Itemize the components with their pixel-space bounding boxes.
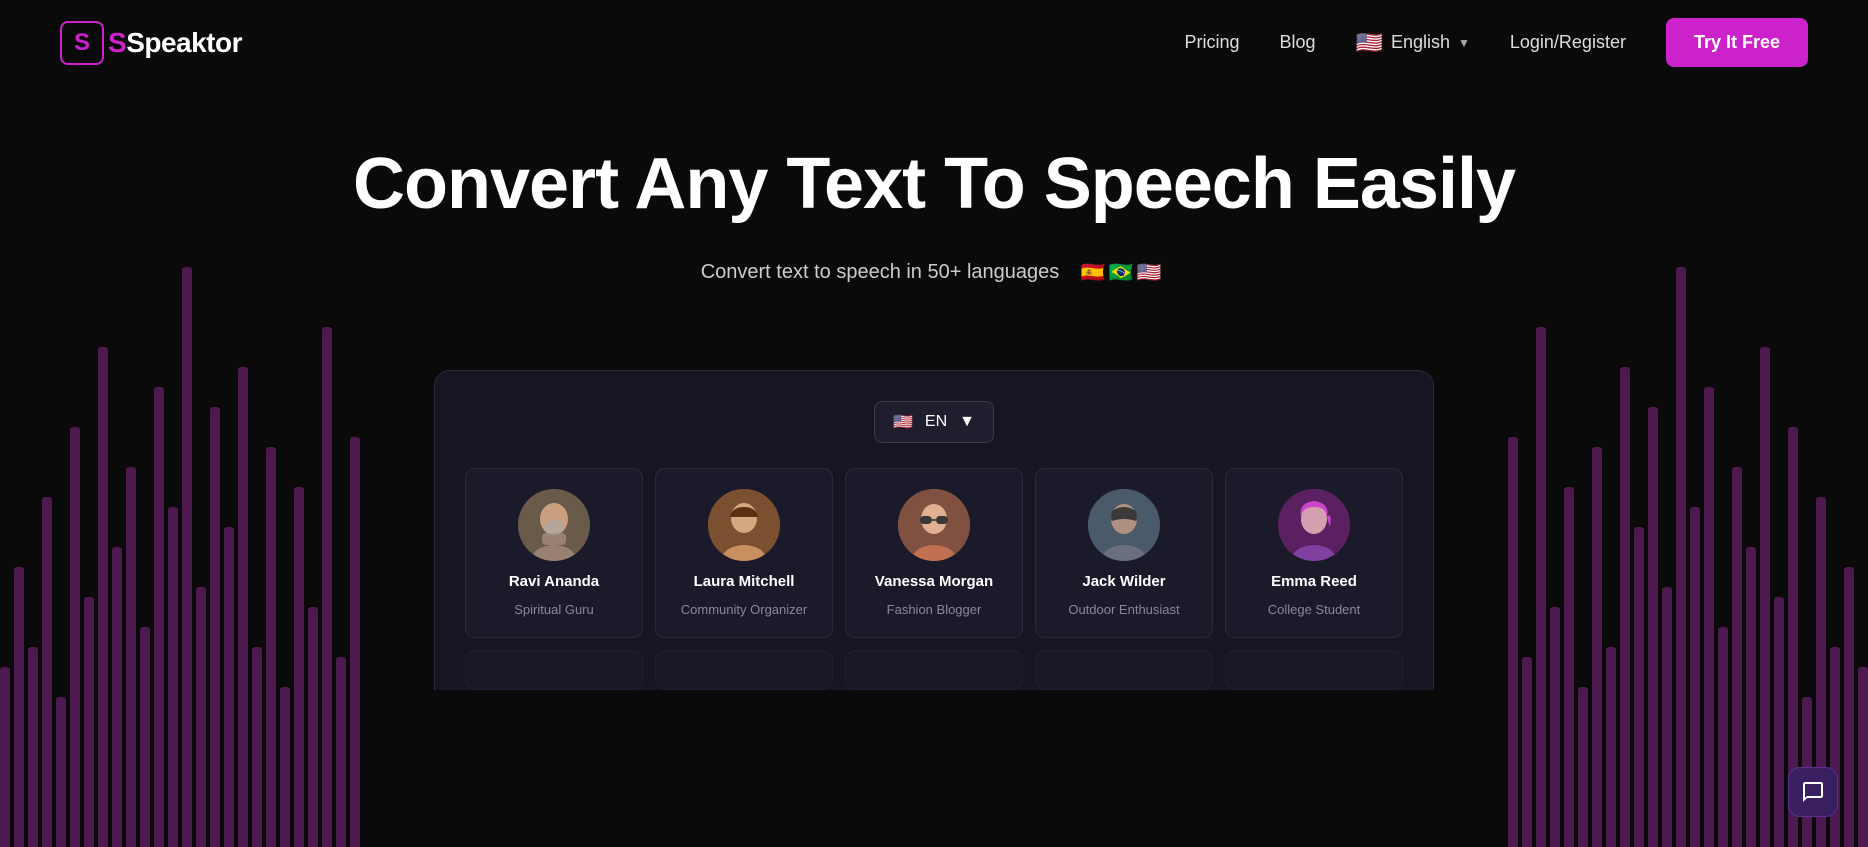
- voices-grid-bottom: [465, 650, 1403, 690]
- voices-grid: Ravi Ananda Spiritual Guru Laura Mitchel…: [465, 468, 1403, 638]
- hero-title: Convert Any Text To Speech Easily: [20, 145, 1848, 224]
- logo-icon: S: [60, 21, 104, 65]
- voice-name-ravi: Ravi Ananda: [509, 573, 599, 590]
- chat-support-button[interactable]: [1788, 767, 1838, 817]
- avatar-vanessa: [898, 489, 970, 561]
- voice-role-jack: Outdoor Enthusiast: [1068, 602, 1179, 617]
- pricing-link[interactable]: Pricing: [1184, 32, 1239, 53]
- avatar-jack: [1088, 489, 1160, 561]
- voice-name-vanessa: Vanessa Morgan: [875, 573, 993, 590]
- voice-name-laura: Laura Mitchell: [694, 573, 795, 590]
- voice-role-ravi: Spiritual Guru: [514, 602, 593, 617]
- lang-dropdown-button[interactable]: 🇺🇸 EN ▼: [874, 401, 994, 443]
- dropdown-lang-code: EN: [925, 413, 947, 431]
- avatar-emma: [1278, 489, 1350, 561]
- voice-role-emma: College Student: [1268, 602, 1361, 617]
- language-selector[interactable]: 🇺🇸 English ▼: [1356, 30, 1470, 56]
- voice-card-emma[interactable]: Emma Reed College Student: [1225, 468, 1403, 638]
- dropdown-chevron-icon: ▼: [959, 413, 975, 431]
- try-it-free-button[interactable]: Try It Free: [1666, 18, 1808, 67]
- voice-card-bottom-5: [1225, 650, 1403, 690]
- logo[interactable]: S SSpeaktor: [60, 21, 242, 65]
- flag-usa: 🇺🇸: [1131, 254, 1167, 290]
- voice-card-laura[interactable]: Laura Mitchell Community Organizer: [655, 468, 833, 638]
- chat-icon: [1801, 780, 1825, 804]
- hero-section: Convert Any Text To Speech Easily Conver…: [0, 85, 1868, 370]
- language-flags: 🇪🇸 🇧🇷 🇺🇸: [1075, 254, 1167, 290]
- logo-text: SSpeaktor: [108, 27, 242, 59]
- chevron-down-icon: ▼: [1458, 36, 1470, 50]
- blog-link[interactable]: Blog: [1280, 32, 1316, 53]
- demo-panel: 🇺🇸 EN ▼ Ravi Ananda Spiritual Guru: [434, 370, 1434, 690]
- hero-subtitle: Convert text to speech in 50+ languages: [701, 261, 1060, 284]
- main-nav: Pricing Blog 🇺🇸 English ▼ Login/Register…: [1184, 18, 1808, 67]
- voice-card-bottom-2: [655, 650, 833, 690]
- voice-card-bottom-3: [845, 650, 1023, 690]
- voice-card-bottom-1: [465, 650, 643, 690]
- voice-role-laura: Community Organizer: [681, 602, 807, 617]
- voice-name-jack: Jack Wilder: [1082, 573, 1165, 590]
- avatar-laura: [708, 489, 780, 561]
- login-register-link[interactable]: Login/Register: [1510, 32, 1626, 53]
- language-label: English: [1391, 32, 1450, 53]
- us-flag-icon: 🇺🇸: [1356, 30, 1383, 56]
- header: S SSpeaktor Pricing Blog 🇺🇸 English ▼ Lo…: [0, 0, 1868, 85]
- hero-subtitle-row: Convert text to speech in 50+ languages …: [20, 254, 1848, 290]
- voice-card-ravi[interactable]: Ravi Ananda Spiritual Guru: [465, 468, 643, 638]
- dropdown-flag-icon: 🇺🇸: [893, 412, 913, 432]
- voice-card-bottom-4: [1035, 650, 1213, 690]
- voice-role-vanessa: Fashion Blogger: [887, 602, 982, 617]
- voice-card-jack[interactable]: Jack Wilder Outdoor Enthusiast: [1035, 468, 1213, 638]
- voice-name-emma: Emma Reed: [1271, 573, 1357, 590]
- avatar-ravi: [518, 489, 590, 561]
- voice-card-vanessa[interactable]: Vanessa Morgan Fashion Blogger: [845, 468, 1023, 638]
- lang-dropdown-container: 🇺🇸 EN ▼: [465, 401, 1403, 443]
